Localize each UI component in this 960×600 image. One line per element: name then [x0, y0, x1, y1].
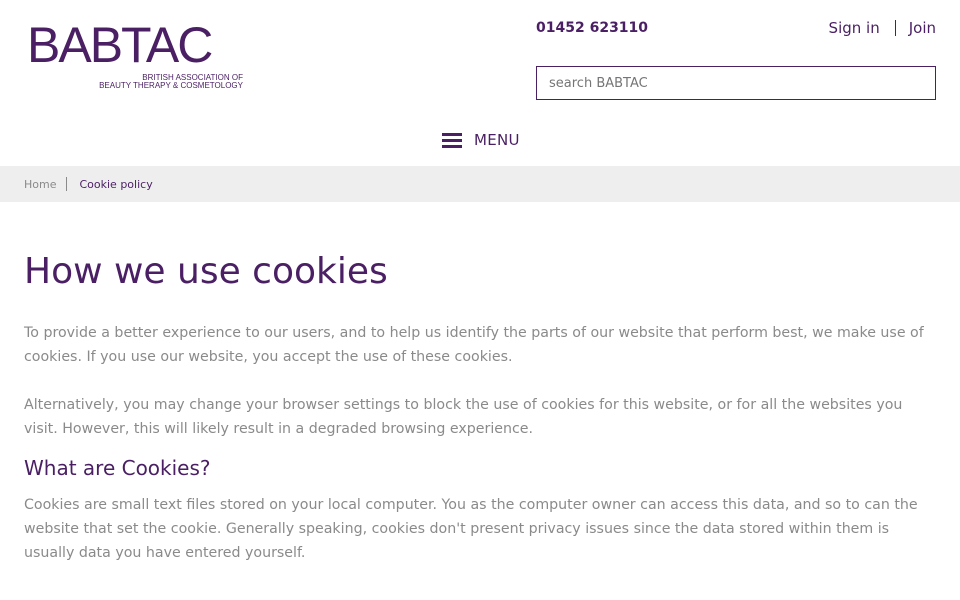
breadcrumb: Home Cookie policy	[0, 166, 960, 202]
phone-number[interactable]: 01452 623110	[536, 20, 648, 36]
account-links: Sign in Join	[829, 19, 936, 37]
cookies-definition-paragraph: Cookies are small text files stored on y…	[24, 497, 918, 561]
breadcrumb-divider	[66, 177, 68, 191]
account-divider	[894, 20, 896, 36]
page-title: How we use cookies	[24, 251, 388, 292]
breadcrumb-current: Cookie policy	[79, 177, 153, 191]
menu-label: MENU	[474, 131, 520, 149]
babtac-logo[interactable]: BABTAC BRITISH ASSOCIATION OF BEAUTY THE…	[27, 20, 243, 92]
main-content: How we use cookies To provide a better e…	[24, 248, 936, 589]
site-header: BABTAC BRITISH ASSOCIATION OF BEAUTY THE…	[0, 0, 960, 166]
hamburger-icon	[442, 132, 462, 148]
section-heading: What are Cookies?	[24, 456, 211, 480]
search-input[interactable]	[536, 66, 936, 100]
breadcrumb-home[interactable]: Home	[24, 178, 56, 191]
menu-button[interactable]: MENU	[442, 131, 520, 149]
logo-subtitle-line2: BEAUTY THERAPY & COSMETOLOGY	[99, 81, 243, 90]
alternative-paragraph: Alternatively, you may change your brows…	[24, 397, 903, 437]
join-link[interactable]: Join	[909, 19, 936, 37]
intro-paragraph: To provide a better experience to our us…	[24, 325, 924, 365]
sign-in-link[interactable]: Sign in	[829, 19, 880, 37]
logo-wordmark: BABTAC	[27, 17, 213, 73]
